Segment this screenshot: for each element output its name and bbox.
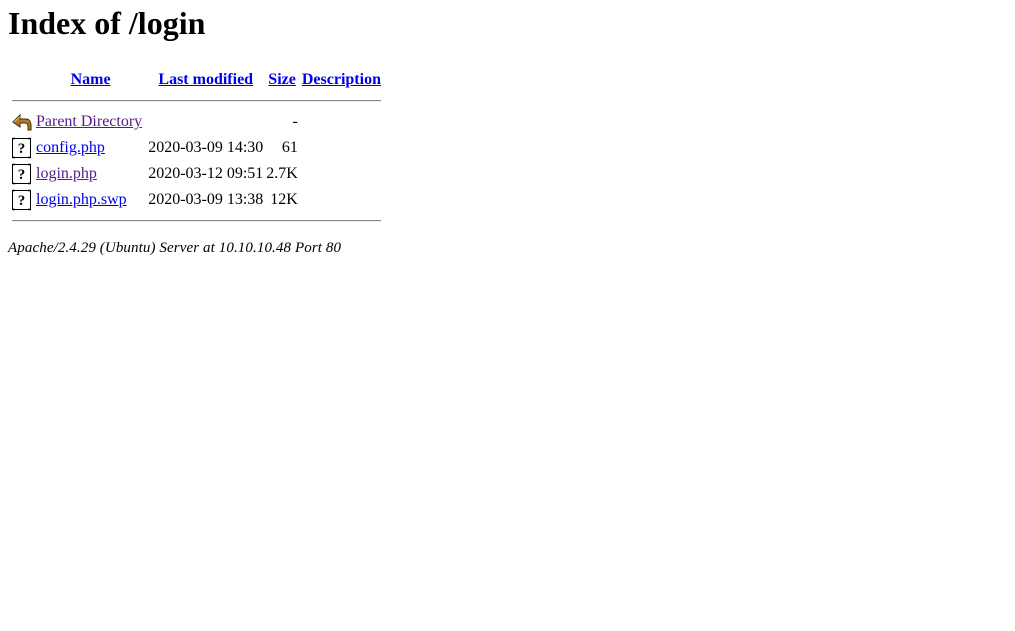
sort-by-description-link[interactable]: Description: [302, 71, 381, 88]
file-link[interactable]: login.php: [36, 165, 97, 182]
file-link[interactable]: login.php.swp: [36, 191, 127, 208]
size-cell: 12K: [270, 191, 298, 208]
size-cell: -: [292, 113, 298, 130]
last-modified-cell: 2020-03-12 09:51: [148, 165, 264, 182]
table-row: ? login.php.swp 2020-03-09 13:38 12K: [11, 188, 382, 212]
horizontal-rule: [12, 100, 381, 102]
server-signature: Apache/2.4.29 (Ubuntu) Server at 10.10.1…: [8, 240, 342, 256]
file-link[interactable]: config.php: [36, 139, 105, 156]
last-modified-header: Last modified: [148, 68, 263, 92]
table-header-row: Name Last modified Size Description: [11, 68, 382, 92]
unknown-file-icon: ?: [11, 163, 33, 185]
size-header: Size: [266, 68, 298, 92]
description-cell: [301, 162, 382, 186]
svg-text:?: ?: [18, 193, 26, 209]
sort-by-last-modified-link[interactable]: Last modified: [158, 71, 253, 88]
last-modified-cell: [148, 110, 263, 134]
table-row: Parent Directory -: [11, 110, 382, 134]
bottom-rule-row: [11, 214, 382, 228]
description-header: Description: [301, 68, 382, 92]
back-icon: [11, 112, 33, 132]
size-cell: 61: [281, 139, 298, 156]
svg-text:?: ?: [18, 141, 26, 157]
unknown-file-icon: ?: [11, 137, 33, 159]
table-row: ? config.php 2020-03-09 14:30 61: [11, 136, 382, 160]
last-modified-cell: 2020-03-09 13:38: [148, 191, 264, 208]
table-row: ? login.php 2020-03-12 09:51 2.7K: [11, 162, 382, 186]
directory-listing-table: Name Last modified Size Description Pare…: [8, 66, 385, 230]
last-modified-cell: 2020-03-09 14:30: [148, 139, 264, 156]
description-cell: [301, 188, 382, 212]
description-cell: [301, 110, 382, 134]
size-cell: 2.7K: [266, 165, 298, 182]
icon-header: [11, 68, 33, 92]
top-rule-row: [11, 94, 382, 108]
page-title: Index of /login: [8, 5, 206, 41]
unknown-file-icon: ?: [11, 189, 33, 211]
sort-by-size-link[interactable]: Size: [268, 71, 296, 88]
name-header: Name: [36, 68, 145, 92]
horizontal-rule: [12, 220, 381, 222]
description-cell: [301, 136, 382, 160]
svg-text:?: ?: [18, 167, 26, 183]
parent-directory-link[interactable]: Parent Directory: [36, 113, 142, 130]
sort-by-name-link[interactable]: Name: [71, 71, 111, 88]
